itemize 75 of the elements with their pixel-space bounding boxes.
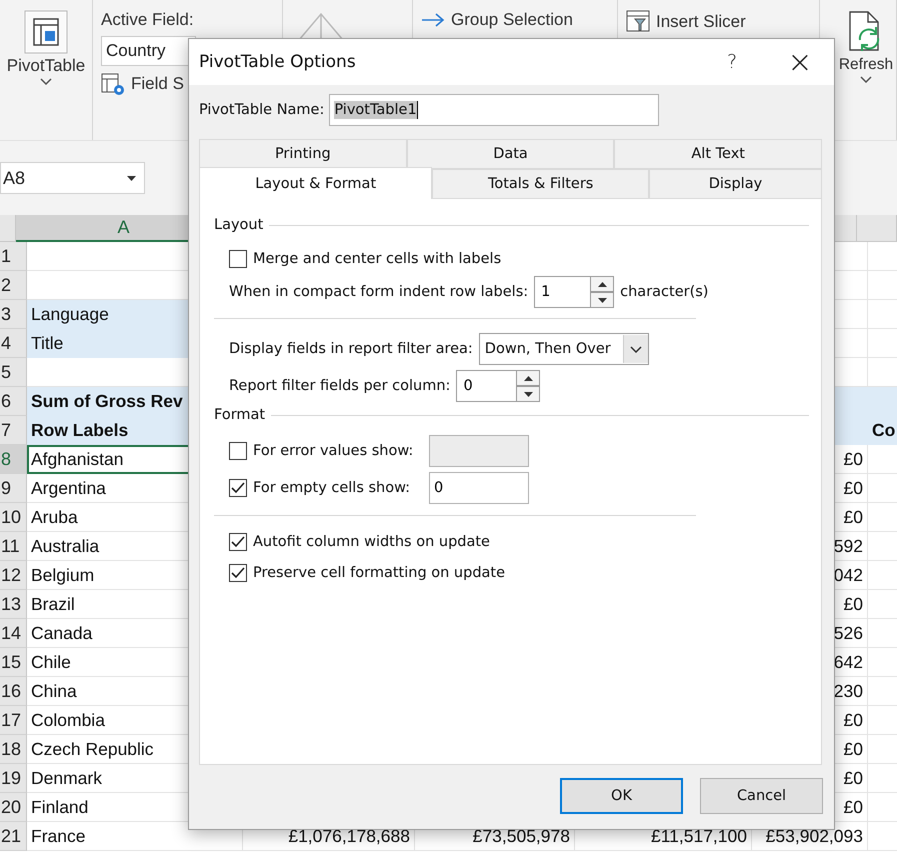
down-arrow-icon xyxy=(598,298,607,302)
row-header[interactable]: 20 xyxy=(0,793,27,822)
tab[interactable]: Layout & Format xyxy=(199,167,432,199)
row-header[interactable]: 13 xyxy=(0,590,27,619)
pivottable-button[interactable]: PivotTable xyxy=(6,10,86,85)
autofit-checkbox[interactable] xyxy=(229,532,247,550)
pivot-table-icon xyxy=(24,10,68,54)
row-header[interactable]: 12 xyxy=(0,561,27,590)
tab[interactable]: Printing xyxy=(199,139,407,169)
merge-checkbox[interactable] xyxy=(229,250,247,268)
row-header[interactable]: 5 xyxy=(0,358,27,387)
name-box[interactable]: A8 xyxy=(0,162,145,194)
preserve-checkbox[interactable] xyxy=(229,564,247,582)
down-arrow-icon xyxy=(524,392,533,396)
up-arrow-icon xyxy=(524,376,533,380)
chevron-down-icon xyxy=(860,76,872,83)
checkbox-label: For error values show: xyxy=(253,443,414,459)
name-label: PivotTable Name: xyxy=(199,102,324,118)
checkbox-label: Preserve cell formatting on update xyxy=(253,564,506,580)
row-header[interactable]: 3 xyxy=(0,300,27,329)
row-header[interactable]: 1 xyxy=(0,242,27,271)
row-header[interactable]: 17 xyxy=(0,706,27,735)
cancel-button[interactable]: Cancel xyxy=(700,778,823,814)
field-settings-icon xyxy=(101,72,125,96)
dialog-title: PivotTable Options xyxy=(199,52,357,72)
ok-button[interactable]: OK xyxy=(560,778,683,814)
insert-slicer-button[interactable]: Insert Slicer xyxy=(626,10,746,34)
row-header[interactable]: 7 xyxy=(0,416,27,445)
row-header[interactable]: 2 xyxy=(0,271,27,300)
spin-down-button[interactable] xyxy=(590,292,614,308)
table-cell: Co xyxy=(868,416,897,445)
spin-down-button[interactable] xyxy=(516,386,540,402)
row-header[interactable]: 8 xyxy=(0,445,27,474)
row-header[interactable]: 9 xyxy=(0,474,27,503)
down-arrow-icon xyxy=(127,176,136,180)
filter-fields-input[interactable]: 0 xyxy=(456,370,516,402)
spin-up-button[interactable] xyxy=(516,370,540,386)
unit-label: character(s) xyxy=(620,284,708,300)
active-field-input[interactable]: Country xyxy=(101,36,196,66)
filter-area-dropdown[interactable]: Down, Then Over xyxy=(478,333,649,365)
field-settings-button[interactable]: Field S xyxy=(101,72,184,96)
checkbox-label: For empty cells show: xyxy=(253,480,412,496)
empty-cells-checkbox[interactable] xyxy=(229,479,247,497)
checkbox-label: Autofit column widths on update xyxy=(253,534,490,550)
tab[interactable]: Totals & Filters xyxy=(432,169,649,199)
arrow-right-icon xyxy=(421,13,445,27)
tab[interactable]: Alt Text xyxy=(614,139,822,169)
chevron-down-icon xyxy=(630,346,642,352)
tab[interactable]: Data xyxy=(406,139,614,169)
row-header[interactable]: 15 xyxy=(0,648,27,677)
spin-up-button[interactable] xyxy=(590,276,614,292)
row-header[interactable]: 19 xyxy=(0,764,27,793)
group-selection-button[interactable]: Group Selection xyxy=(421,10,573,30)
indent-label: When in compact form indent row labels: xyxy=(229,284,528,300)
help-button[interactable]: ? xyxy=(698,39,766,85)
name-input[interactable]: PivotTable1 xyxy=(329,94,660,126)
slicer-icon xyxy=(626,10,650,34)
row-header[interactable]: 11 xyxy=(0,532,27,561)
empty-cells-input[interactable]: 0 xyxy=(429,472,529,504)
row-header[interactable]: 4 xyxy=(0,329,27,358)
active-field-label: Active Field: xyxy=(101,10,194,30)
close-button[interactable]: × xyxy=(766,39,834,85)
refresh-button[interactable]: Refresh xyxy=(838,10,894,83)
chevron-down-icon xyxy=(40,78,52,85)
row-header[interactable]: 6 xyxy=(0,387,27,416)
row-header[interactable]: 16 xyxy=(0,677,27,706)
indent-input[interactable]: 1 xyxy=(534,276,590,308)
up-arrow-icon xyxy=(598,282,607,286)
row-header[interactable]: 10 xyxy=(0,503,27,532)
row-header[interactable]: 14 xyxy=(0,619,27,648)
row-header[interactable]: 21 xyxy=(0,822,27,851)
tab[interactable]: Display xyxy=(648,169,822,199)
error-values-checkbox[interactable] xyxy=(229,442,247,460)
checkbox-label: Merge and center cells with labels xyxy=(253,250,502,266)
row-header[interactable]: 18 xyxy=(0,735,27,764)
